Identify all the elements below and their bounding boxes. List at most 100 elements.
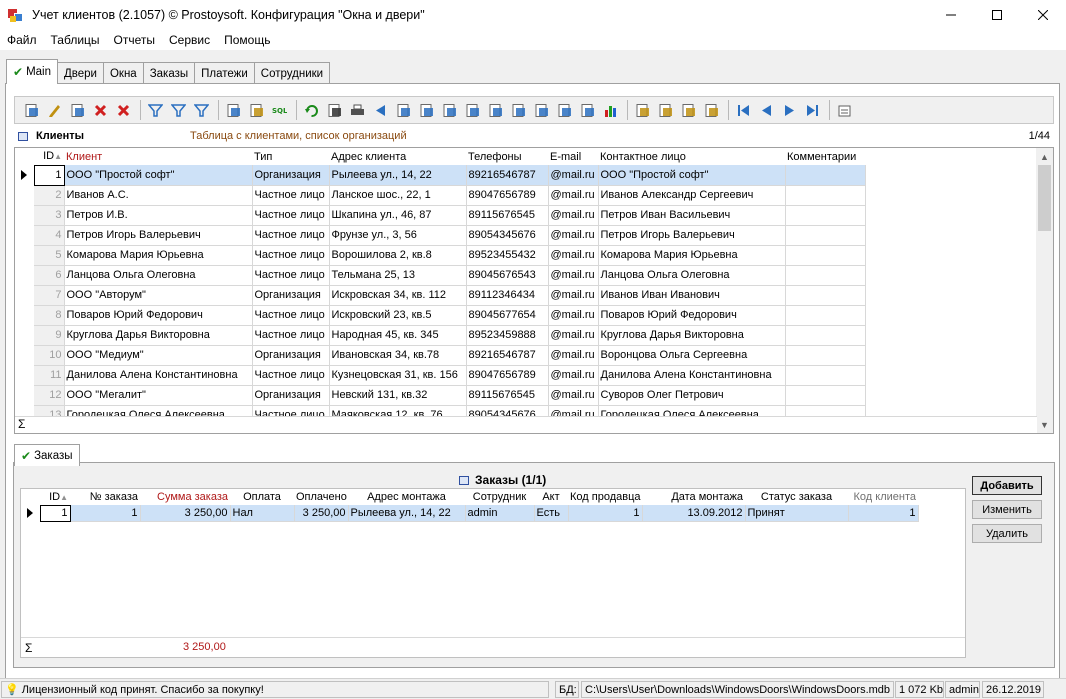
- table-cell[interactable]: @mail.ru: [548, 305, 599, 326]
- first-record-button[interactable]: [733, 100, 754, 121]
- export-xml-button[interactable]: [508, 100, 529, 121]
- table-row[interactable]: 7 ООО "Авторум" Организация Искровская 34, …: [15, 285, 866, 306]
- table-row[interactable]: 113 250,00 Нал 3 250,00 Рылеева ул., 14, 22…: [21, 504, 919, 522]
- column-header[interactable]: Сумма заказа: [140, 489, 230, 505]
- table-cell[interactable]: Петров Игорь Валерьевич: [598, 225, 786, 246]
- table-cell[interactable]: 8: [34, 305, 65, 326]
- table-cell[interactable]: Иванов Иван Иванович: [598, 285, 786, 306]
- table-cell[interactable]: Поваров Юрий Федорович: [598, 305, 786, 326]
- table-cell[interactable]: Народная 45, кв. 345: [329, 325, 467, 346]
- table-cell[interactable]: 9: [34, 325, 65, 346]
- table-row[interactable]: 9 Круглова Дарья Викторовна Частное лицо На…: [15, 325, 866, 346]
- table-cell[interactable]: [785, 345, 866, 366]
- menu-help[interactable]: Помощь: [217, 33, 277, 47]
- tab-windows[interactable]: Окна: [102, 62, 144, 84]
- table-cell[interactable]: 89523459888: [466, 325, 549, 346]
- column-header[interactable]: № заказа: [70, 489, 140, 505]
- table-cell[interactable]: Частное лицо: [252, 205, 330, 226]
- table-cell[interactable]: ООО "Авторум": [64, 285, 253, 306]
- scroll-thumb[interactable]: [1038, 165, 1051, 231]
- column-header[interactable]: Адрес клиента: [329, 148, 466, 165]
- table-cell[interactable]: Искровский 23, кв.5: [329, 305, 467, 326]
- table-cell[interactable]: Комарова Мария Юрьевна: [64, 245, 253, 266]
- next-record-button[interactable]: [779, 100, 800, 121]
- export-txt-button[interactable]: [531, 100, 552, 121]
- table-cell[interactable]: ООО "Простой софт": [64, 165, 253, 186]
- table-cell[interactable]: [785, 245, 866, 266]
- table-cell[interactable]: Частное лицо: [252, 185, 330, 206]
- table-cell[interactable]: Нал: [230, 505, 295, 522]
- table-cell[interactable]: Круглова Дарья Викторовна: [64, 325, 253, 346]
- table-row[interactable]: 8 Поваров Юрий Федорович Частное лицо Искро…: [15, 305, 866, 326]
- delete-button[interactable]: [90, 100, 111, 121]
- table-row[interactable]: 1 ООО "Простой софт" Организация Рылеева ул…: [15, 164, 866, 186]
- tab-doors[interactable]: Двери: [57, 62, 104, 84]
- table-cell[interactable]: 4: [34, 225, 65, 246]
- column-header[interactable]: E-mail: [548, 148, 598, 165]
- table-cell[interactable]: Петров И.В.: [64, 205, 253, 226]
- column-header[interactable]: Сотрудник: [465, 489, 534, 505]
- table-row[interactable]: 2 Иванов А.С. Частное лицо Ланское шос., 22…: [15, 185, 866, 206]
- menu-file[interactable]: Файл: [0, 33, 44, 47]
- table-cell[interactable]: Есть: [534, 505, 569, 522]
- table-cell[interactable]: Рылеева ул., 14, 22: [329, 165, 467, 186]
- table-cell[interactable]: 89112346434: [466, 285, 549, 306]
- column-header[interactable]: Тип: [252, 148, 329, 165]
- table-cell[interactable]: 1: [39, 504, 71, 522]
- table-row[interactable]: 4 Петров Игорь Валерьевич Частное лицо Фрун…: [15, 225, 866, 246]
- table-row[interactable]: 3 Петров И.В. Частное лицо Шкапина ул., 46,…: [15, 205, 866, 226]
- table-row[interactable]: 11 Данилова Алена Константиновна Частное л…: [15, 365, 866, 386]
- table-cell[interactable]: Частное лицо: [252, 265, 330, 286]
- table-cell[interactable]: Данилова Алена Константиновна: [64, 365, 253, 386]
- tab-payments[interactable]: Платежи: [194, 62, 255, 84]
- table-cell[interactable]: 1: [70, 505, 141, 522]
- table-cell[interactable]: @mail.ru: [548, 185, 599, 206]
- table-cell[interactable]: 89047656789: [466, 365, 549, 386]
- table-cell[interactable]: @mail.ru: [548, 245, 599, 266]
- table-cell[interactable]: 5: [34, 245, 65, 266]
- table-cell[interactable]: @mail.ru: [548, 265, 599, 286]
- table-cell[interactable]: 12: [34, 385, 65, 406]
- table-cell[interactable]: 3 250,00: [294, 505, 349, 522]
- vertical-scrollbar[interactable]: ▲ ▼: [1036, 148, 1053, 433]
- table-cell[interactable]: @mail.ru: [548, 205, 599, 226]
- group-button[interactable]: [246, 100, 267, 121]
- last-record-button[interactable]: [802, 100, 823, 121]
- table-cell[interactable]: [785, 205, 866, 226]
- table-cell[interactable]: [785, 385, 866, 406]
- table-cell[interactable]: @mail.ru: [548, 345, 599, 366]
- table-cell[interactable]: 89115676545: [466, 385, 549, 406]
- table-cell[interactable]: 2: [34, 185, 65, 206]
- column-header[interactable]: Адрес монтажа: [348, 489, 465, 505]
- table-row[interactable]: 5 Комарова Мария Юрьевна Частное лицо Ворош…: [15, 245, 866, 266]
- table-cell[interactable]: 89216546787: [466, 345, 549, 366]
- print-button[interactable]: [347, 100, 368, 121]
- column-header[interactable]: Код продавца: [568, 489, 642, 505]
- table-cell[interactable]: @mail.ru: [548, 165, 599, 186]
- table-cell[interactable]: Круглова Дарья Викторовна: [598, 325, 786, 346]
- table-cell[interactable]: [785, 185, 866, 206]
- table-cell[interactable]: Частное лицо: [252, 245, 330, 266]
- table-cell[interactable]: 89045677654: [466, 305, 549, 326]
- table-cell[interactable]: 89047656789: [466, 185, 549, 206]
- table-cell[interactable]: Частное лицо: [252, 305, 330, 326]
- add-button[interactable]: Добавить: [972, 476, 1042, 495]
- table-cell[interactable]: ООО "Медиум": [64, 345, 253, 366]
- card-button[interactable]: [834, 100, 855, 121]
- table-cell[interactable]: 7: [34, 285, 65, 306]
- export-word-button[interactable]: [462, 100, 483, 121]
- column-header[interactable]: ID▲: [40, 489, 70, 505]
- column-header[interactable]: Дата монтажа: [642, 489, 745, 505]
- table-cell[interactable]: ООО "Мегалит": [64, 385, 253, 406]
- table-cell[interactable]: [785, 265, 866, 286]
- tab-orders-detail[interactable]: ✔ Заказы: [14, 444, 80, 466]
- column-header[interactable]: Контактное лицо: [598, 148, 785, 165]
- close-button[interactable]: [1020, 0, 1066, 30]
- table-cell[interactable]: Ланцова Ольга Олеговна: [598, 265, 786, 286]
- table-cell[interactable]: Воронцова Ольга Сергеевна: [598, 345, 786, 366]
- delete-all-button[interactable]: [113, 100, 134, 121]
- scroll-up-icon[interactable]: ▲: [1036, 148, 1053, 165]
- table-cell[interactable]: Ланцова Ольга Олеговна: [64, 265, 253, 286]
- table-cell[interactable]: 1: [848, 505, 919, 522]
- table-cell[interactable]: @mail.ru: [548, 365, 599, 386]
